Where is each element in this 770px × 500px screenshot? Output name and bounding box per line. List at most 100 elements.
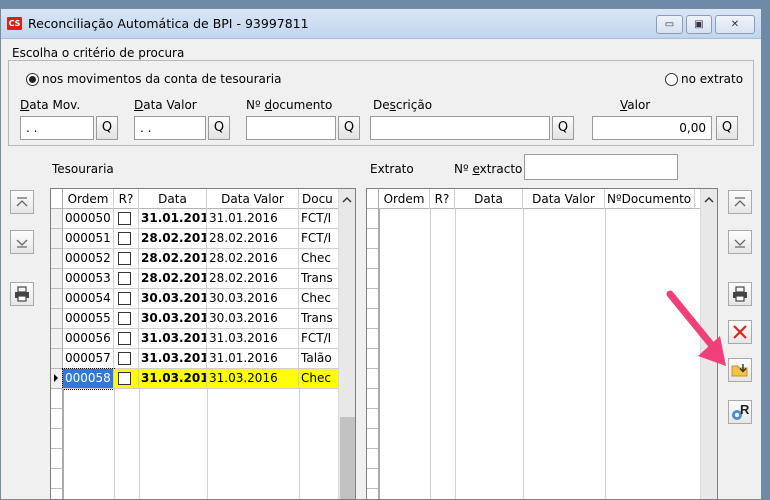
descricao-field[interactable]	[370, 116, 550, 140]
r-cell[interactable]	[114, 289, 139, 309]
documento-cell: Chec	[299, 289, 339, 309]
ordem-cell[interactable]: 000050	[63, 209, 114, 229]
data-valor-search-icon[interactable]: Q	[208, 116, 230, 140]
n-documento-search-icon[interactable]: Q	[338, 116, 360, 140]
data-mov-field[interactable]: . .	[20, 116, 94, 140]
r-cell[interactable]	[114, 329, 139, 349]
r-cell[interactable]	[114, 249, 139, 269]
data-cell: 31.03.2016	[139, 369, 207, 389]
reconciled-checkbox[interactable]	[118, 212, 131, 225]
grid-line	[430, 209, 431, 499]
move-top-left-button[interactable]	[10, 190, 34, 214]
row-indicator[interactable]	[51, 309, 63, 329]
ordem-cell[interactable]: 000057	[63, 349, 114, 369]
descricao-search-icon[interactable]: Q	[552, 116, 574, 140]
ordem-cell[interactable]: 000054	[63, 289, 114, 309]
reconciled-checkbox[interactable]	[118, 312, 131, 325]
minimize-button[interactable]: ▭	[656, 15, 683, 34]
row-indicator	[367, 429, 379, 449]
data-mov-search-icon[interactable]: Q	[96, 116, 118, 140]
table-row[interactable]: 00005228.02.201628.02.2016Chec	[51, 249, 339, 269]
col-r[interactable]: R?	[430, 189, 455, 209]
n-documento-field[interactable]	[246, 116, 336, 140]
row-indicator	[51, 409, 63, 429]
table-row[interactable]: 00005031.01.201631.01.2016FCT/I	[51, 209, 339, 229]
statement-number-field[interactable]	[524, 154, 678, 180]
row-indicator	[367, 369, 379, 389]
reconciled-checkbox[interactable]	[118, 352, 131, 365]
row-indicator[interactable]	[51, 289, 63, 309]
ordem-cell[interactable]: 000051	[63, 229, 114, 249]
reconciled-checkbox[interactable]	[118, 232, 131, 245]
radio-treasury-label: nos movimentos da conta de tesouraria	[42, 72, 282, 86]
up-arrow-icon	[16, 197, 28, 207]
row-indicator[interactable]	[51, 369, 63, 389]
move-bottom-left-button[interactable]	[10, 230, 34, 254]
table-row[interactable]: 00005831.03.201631.03.2016Chec	[51, 368, 339, 390]
print-left-button[interactable]	[10, 282, 34, 306]
valor-field[interactable]: 0,00	[592, 116, 712, 140]
up-arrow-icon	[734, 197, 746, 207]
move-bottom-right-button[interactable]	[728, 230, 752, 254]
ordem-cell[interactable]: 000053	[63, 269, 114, 289]
table-row[interactable]: 00005530.03.201630.03.2016Trans	[51, 309, 339, 329]
reconciled-checkbox[interactable]	[118, 372, 131, 385]
reconciled-checkbox[interactable]	[118, 252, 131, 265]
data-valor-field[interactable]: . .	[134, 116, 206, 140]
down-arrow-icon	[734, 239, 746, 248]
statement-header: Ordem R? Data Data Valor NºDocumento	[367, 189, 701, 209]
statement-title: Extrato	[370, 162, 414, 176]
col-documento[interactable]: Docu	[299, 189, 339, 209]
treasury-scroll-thumb[interactable]	[340, 417, 355, 499]
table-row[interactable]: 00005631.03.201631.03.2016FCT/I	[51, 329, 339, 349]
documento-cell: Chec	[299, 369, 339, 389]
row-indicator	[367, 329, 379, 349]
grid-line	[523, 209, 524, 499]
close-button[interactable]: ✕	[715, 15, 755, 34]
valor-search-icon[interactable]: Q	[716, 116, 738, 140]
radio-statement[interactable]	[665, 73, 678, 86]
radio-treasury[interactable]	[26, 73, 39, 86]
col-n-documento[interactable]: NºDocumento	[605, 189, 695, 209]
row-indicator[interactable]	[51, 269, 63, 289]
r-cell[interactable]	[114, 309, 139, 329]
r-cell[interactable]	[114, 229, 139, 249]
r-cell[interactable]	[114, 349, 139, 369]
r-cell[interactable]	[114, 269, 139, 289]
ordem-cell[interactable]: 000056	[63, 329, 114, 349]
r-cell[interactable]	[114, 369, 139, 389]
col-ordem[interactable]: Ordem	[63, 189, 114, 209]
descricao-label: Descrição	[373, 98, 433, 112]
col-r[interactable]: R?	[114, 189, 139, 209]
scroll-up-icon[interactable]	[339, 191, 355, 209]
scroll-up-icon[interactable]	[701, 191, 717, 209]
r-cell[interactable]	[114, 209, 139, 229]
ordem-cell[interactable]: 000052	[63, 249, 114, 269]
n-documento-label: Nº documento	[246, 98, 333, 112]
row-indicator[interactable]	[51, 329, 63, 349]
reconcile-button[interactable]: R	[728, 400, 752, 424]
col-data-valor[interactable]: Data Valor	[523, 189, 605, 209]
col-data[interactable]: Data	[139, 189, 207, 209]
row-indicator[interactable]	[51, 249, 63, 269]
reconciled-checkbox[interactable]	[118, 332, 131, 345]
col-data-valor[interactable]: Data Valor	[207, 189, 299, 209]
row-indicator[interactable]	[51, 229, 63, 249]
move-top-right-button[interactable]	[728, 190, 752, 214]
treasury-scrollbar[interactable]	[338, 189, 355, 499]
col-ordem[interactable]: Ordem	[379, 189, 430, 209]
table-row[interactable]: 00005430.03.201630.03.2016Chec	[51, 289, 339, 309]
table-row[interactable]: 00005328.02.201628.02.2016Trans	[51, 269, 339, 289]
ordem-cell[interactable]: 000055	[63, 309, 114, 329]
treasury-title: Tesouraria	[52, 162, 114, 176]
table-row[interactable]: 000057 31.03.201631.01.2016Talão	[51, 349, 339, 369]
table-row[interactable]: 00005128.02.201628.02.2016FCT/I	[51, 229, 339, 249]
row-indicator[interactable]	[51, 349, 63, 369]
reconciled-checkbox[interactable]	[118, 272, 131, 285]
maximize-button[interactable]: ▣	[686, 15, 712, 34]
col-data[interactable]: Data	[455, 189, 523, 209]
ordem-cell[interactable]: 000058	[62, 368, 115, 390]
row-indicator[interactable]	[51, 209, 63, 229]
row-indicator	[367, 309, 379, 329]
reconciled-checkbox[interactable]	[118, 292, 131, 305]
